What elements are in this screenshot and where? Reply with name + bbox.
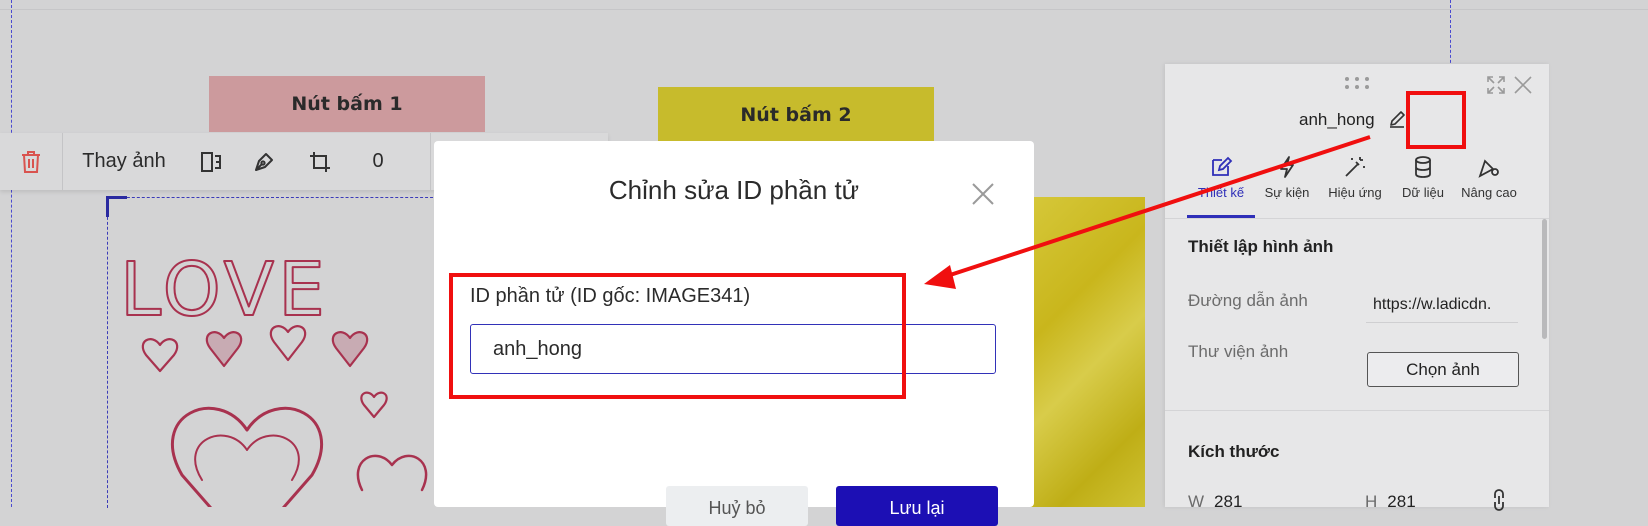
love-hearts-image: LOVE bbox=[119, 246, 428, 507]
database-icon bbox=[1415, 156, 1431, 178]
aspect-lock-icon[interactable] bbox=[1491, 488, 1507, 512]
canvas-button-2[interactable]: Nút bấm 2 bbox=[658, 87, 934, 143]
lightning-icon bbox=[1280, 156, 1294, 178]
pen-tool-button[interactable] bbox=[236, 133, 292, 190]
canvas-guide-left bbox=[11, 0, 12, 507]
properties-panel: anh_hong Thiết kế Sự kiện Hiệu ứng Dữ li… bbox=[1165, 64, 1549, 511]
crop-icon bbox=[310, 151, 330, 172]
size-section-title: Kích thước bbox=[1188, 442, 1280, 461]
canvas-button-1[interactable]: Nút bấm 1 bbox=[209, 76, 485, 132]
cancel-button[interactable]: Huỷ bỏ bbox=[666, 486, 808, 526]
advanced-settings-icon bbox=[1478, 159, 1499, 178]
element-name: anh_hong bbox=[1299, 110, 1375, 129]
drag-grip-icon[interactable] bbox=[1344, 76, 1370, 90]
panel-scrollbar[interactable] bbox=[1542, 219, 1547, 339]
edit-pencil-icon[interactable] bbox=[1387, 109, 1407, 129]
height-field[interactable]: H 281 bbox=[1365, 492, 1416, 512]
yellow-image-element[interactable] bbox=[1025, 197, 1145, 507]
flip-icon bbox=[201, 151, 221, 172]
delete-button[interactable] bbox=[0, 133, 62, 190]
choose-image-button[interactable]: Chọn ảnh bbox=[1367, 352, 1519, 387]
crop-button[interactable] bbox=[292, 133, 348, 190]
replace-image-button[interactable]: Thay ảnh bbox=[62, 133, 186, 190]
tab-design[interactable]: Thiết kế bbox=[1187, 155, 1255, 205]
tab-effects[interactable]: Hiệu ứng bbox=[1321, 155, 1389, 205]
expand-icon[interactable] bbox=[1487, 76, 1505, 94]
tab-events[interactable]: Sự kiện bbox=[1253, 155, 1321, 205]
image-library-label: Thư viện ảnh bbox=[1188, 342, 1289, 361]
flip-button[interactable] bbox=[186, 133, 236, 190]
image-url-input[interactable] bbox=[1366, 287, 1518, 323]
image-settings-title: Thiết lập hình ảnh bbox=[1188, 237, 1334, 256]
panel-close-icon[interactable] bbox=[1514, 76, 1532, 94]
save-button[interactable]: Lưu lại bbox=[836, 486, 998, 526]
close-icon[interactable] bbox=[970, 181, 996, 207]
trash-icon bbox=[22, 150, 40, 173]
love-text: LOVE bbox=[120, 247, 329, 333]
canvas-top-edge bbox=[0, 9, 1648, 10]
design-pen-icon bbox=[1212, 156, 1233, 176]
width-field[interactable]: W 281 bbox=[1188, 492, 1242, 512]
replace-image-label: Thay ảnh bbox=[82, 150, 166, 172]
tab-data[interactable]: Dữ liệu bbox=[1389, 155, 1457, 205]
dialog-title: Chỉnh sửa ID phần tử bbox=[608, 175, 860, 205]
image-url-label: Đường dẫn ảnh bbox=[1188, 291, 1308, 310]
tab-advanced[interactable]: Nâng cao bbox=[1455, 155, 1523, 205]
pen-icon bbox=[255, 152, 273, 171]
magic-wand-icon bbox=[1345, 157, 1365, 177]
highlight-box-edit-icon bbox=[1406, 91, 1466, 149]
rotation-value[interactable]: 0 bbox=[348, 133, 408, 190]
highlight-box-id-field bbox=[449, 273, 906, 399]
